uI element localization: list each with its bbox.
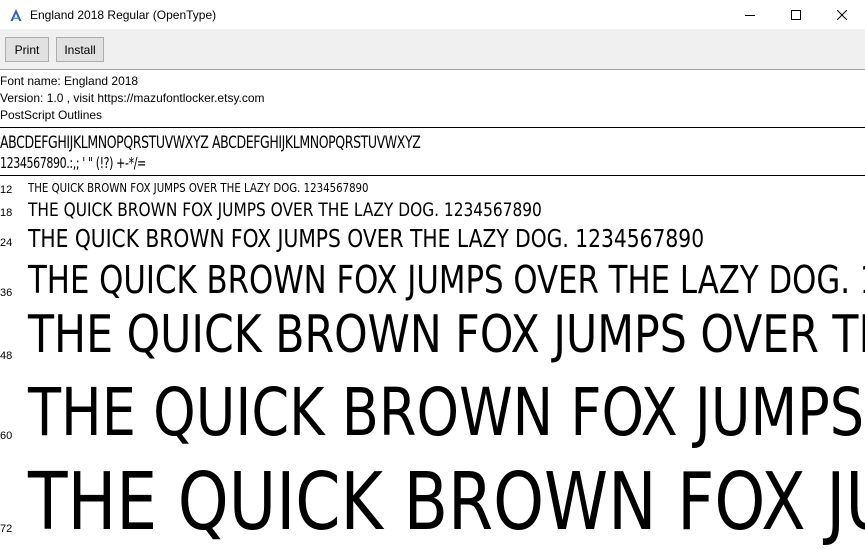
sample-row-48: 48 THE QUICK BROWN FOX JUMPS OVER THE LA… xyxy=(0,305,865,367)
sample-row-60: 60 THE QUICK BROWN FOX JUMPS OVER THE LA… xyxy=(0,374,865,452)
font-file-icon xyxy=(8,7,24,23)
size-label: 72 xyxy=(0,523,13,535)
size-label: 12 xyxy=(0,184,13,196)
font-viewer-window: England 2018 Regular (OpenType) Print In… xyxy=(0,0,865,549)
font-preview-area[interactable]: Font name: England 2018 Version: 1.0 , v… xyxy=(0,71,865,549)
window-title: England 2018 Regular (OpenType) xyxy=(30,7,217,22)
size-label: 24 xyxy=(0,237,13,249)
font-name-line: Font name: England 2018 xyxy=(0,74,139,88)
toolbar: Print Install xyxy=(0,29,865,70)
sample-text: THE QUICK BROWN FOX JUMPS OVER THE LAZY … xyxy=(28,181,369,195)
sample-text: THE QUICK BROWN FOX JUMPS OVER THE LAZY … xyxy=(28,199,542,221)
install-button[interactable]: Install xyxy=(56,37,104,62)
size-label: 48 xyxy=(0,350,13,362)
outlines-line: PostScript Outlines xyxy=(0,108,103,122)
window-controls xyxy=(727,0,865,29)
size-label: 36 xyxy=(0,287,13,299)
sample-row-12: 12 THE QUICK BROWN FOX JUMPS OVER THE LA… xyxy=(0,181,865,199)
charset-letters: ABCDEFGHIJKLMNOPQRSTUVWXYZ ABCDEFGHIJKLM… xyxy=(0,133,421,153)
sample-text: THE QUICK BROWN FOX JUMPS OVER THE LAZY … xyxy=(28,305,865,365)
sample-row-18: 18 THE QUICK BROWN FOX JUMPS OVER THE LA… xyxy=(0,199,865,223)
close-icon xyxy=(837,9,847,20)
maximize-icon xyxy=(791,9,801,20)
sample-row-24: 24 THE QUICK BROWN FOX JUMPS OVER THE LA… xyxy=(0,224,865,258)
sample-row-72: 72 THE QUICK BROWN FOX JUMPS OVER THE LA… xyxy=(0,456,865,549)
size-label: 60 xyxy=(0,430,13,442)
sample-row-36: 36 THE QUICK BROWN FOX JUMPS OVER THE LA… xyxy=(0,258,865,302)
sample-text: THE QUICK BROWN FOX JUMPS OVER THE LAZY … xyxy=(28,456,865,548)
minimize-icon xyxy=(745,14,755,16)
title-bar[interactable]: England 2018 Regular (OpenType) xyxy=(0,0,865,29)
maximize-button[interactable] xyxy=(773,0,819,29)
divider xyxy=(0,127,865,128)
charset-symbols: 1234567890.:,; ' " (!?) +-*/= xyxy=(0,154,146,172)
close-button[interactable] xyxy=(819,0,865,29)
minimize-button[interactable] xyxy=(727,0,773,29)
print-button[interactable]: Print xyxy=(5,37,49,62)
font-info: Font name: England 2018 Version: 1.0 , v… xyxy=(0,73,265,124)
divider xyxy=(0,175,865,176)
sample-text: THE QUICK BROWN FOX JUMPS OVER THE LAZY … xyxy=(28,258,865,302)
size-label: 18 xyxy=(0,207,13,219)
sample-text: THE QUICK BROWN FOX JUMPS OVER THE LAZY … xyxy=(28,224,705,253)
version-line: Version: 1.0 , visit https://mazufontloc… xyxy=(0,91,265,105)
sample-text: THE QUICK BROWN FOX JUMPS OVER THE LAZY … xyxy=(28,374,865,451)
